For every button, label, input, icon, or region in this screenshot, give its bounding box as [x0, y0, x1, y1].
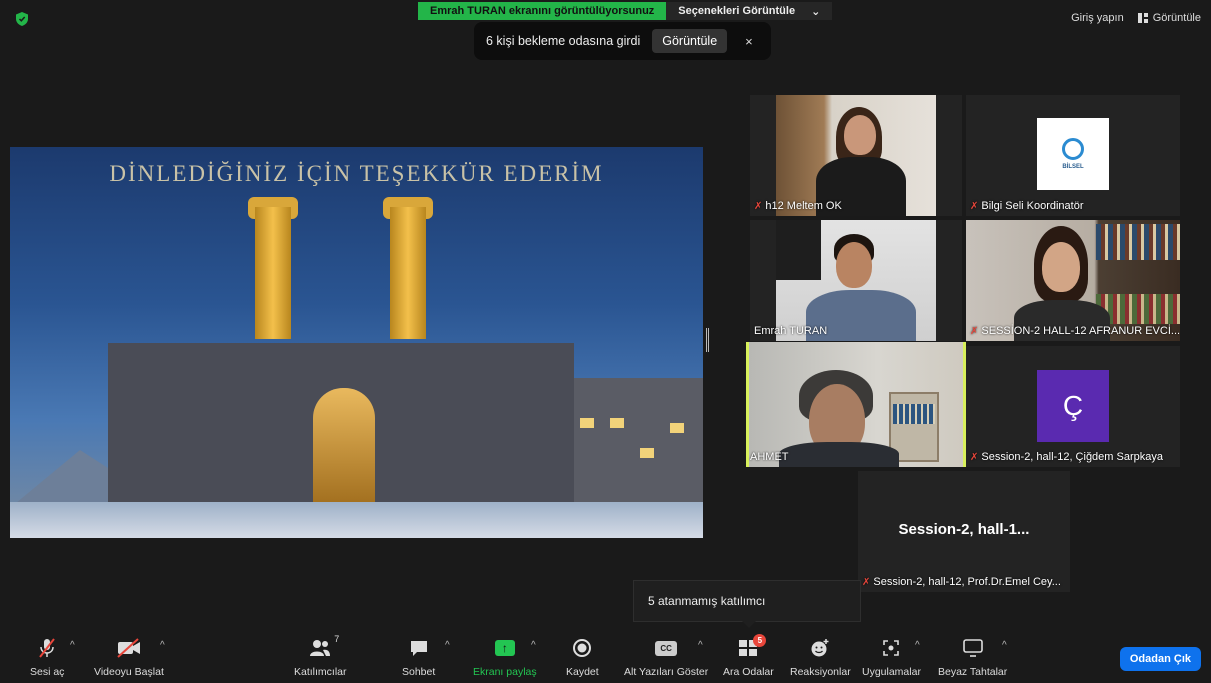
breakout-rooms-button[interactable]: 5 Ara Odalar: [723, 634, 774, 678]
mic-muted-icon: ✗: [754, 200, 763, 212]
view-layout-label: Görüntüle: [1152, 12, 1201, 24]
view-options-label: Seçenekleri Görüntüle: [678, 5, 796, 17]
avatar-initial: Ç: [1037, 370, 1109, 442]
participants-button[interactable]: 7 Katılımcılar: [294, 634, 347, 678]
sharing-status: Emrah TURAN ekranını görüntülüyorsunuz: [418, 2, 667, 20]
security-shield-icon[interactable]: [16, 12, 28, 26]
participant-display-name: Session-2, hall-1...: [898, 521, 1030, 538]
slide-title: DİNLEDİĞİNİZ İÇİN TEŞEKKÜR EDERİM: [109, 161, 604, 186]
participant-video: [966, 220, 1180, 341]
participant-name: ✗ h12 Meltem OK: [754, 200, 842, 212]
slide-snow-ground: [10, 502, 703, 538]
mic-muted-icon: ✗: [970, 451, 979, 463]
video-options-caret[interactable]: ^: [160, 640, 165, 651]
participant-name: AHMET: [750, 451, 789, 463]
waiting-room-notification: 6 kişi bekleme odasına girdi Görüntüle ×: [474, 22, 771, 60]
unassigned-participants-tooltip: 5 atanmamış katılımcı: [633, 580, 861, 628]
mic-muted-icon: ✗: [862, 576, 871, 588]
participant-tile-bilgi-seli[interactable]: BİLSEL ✗ Bilgi Seli Koordinatör: [966, 95, 1180, 216]
mic-muted-icon: [37, 636, 57, 660]
grid-view-icon: [1137, 13, 1148, 23]
show-captions-button[interactable]: CC Alt Yazıları Göster: [624, 636, 708, 678]
apps-icon: [882, 636, 900, 660]
view-options-button[interactable]: Seçenekleri Görüntüle ⌄: [666, 2, 833, 20]
participant-name: ✗ Session-2, hall-12, Prof.Dr.Emel Cey..…: [862, 576, 1061, 588]
chat-options-caret[interactable]: ^: [445, 640, 450, 651]
breakout-count-badge: 5: [753, 634, 767, 647]
record-button[interactable]: Kaydet: [566, 636, 599, 678]
share-screen-button[interactable]: ↑ Ekranı paylaş: [473, 636, 537, 678]
video-off-icon: [116, 636, 142, 660]
reactions-button[interactable]: Reaksiyonlar: [790, 636, 851, 678]
participant-video: [749, 342, 963, 467]
whiteboard-options-caret[interactable]: ^: [1002, 640, 1007, 651]
audio-options-caret[interactable]: ^: [70, 640, 75, 651]
screen-share-banner: Emrah TURAN ekranını görüntülüyorsunuz S…: [418, 2, 833, 20]
slide-mosque-building: [108, 343, 574, 508]
participant-name: Emrah TURAN: [754, 325, 828, 337]
chevron-down-icon: ⌄: [811, 5, 821, 18]
close-icon[interactable]: ×: [739, 34, 759, 49]
smiley-add-icon: [810, 636, 830, 660]
participant-tile-ahmet-active-speaker[interactable]: AHMET: [746, 342, 966, 467]
view-layout-button[interactable]: Görüntüle: [1137, 12, 1201, 24]
participant-tile-emrah[interactable]: Emrah TURAN: [750, 220, 962, 341]
participant-name: ✗ SESSİON-2 HALL-12 AFRANUR EVCİ...: [970, 325, 1180, 337]
bilsel-logo: BİLSEL: [1037, 118, 1109, 190]
start-video-button[interactable]: Videoyu Başlat: [94, 636, 164, 678]
chat-bubble-icon: [409, 636, 429, 660]
share-options-caret[interactable]: ^: [531, 640, 536, 651]
top-right-controls: Giriş yapın Görüntüle: [1071, 12, 1201, 24]
participant-video: [776, 220, 936, 341]
closed-captions-icon: CC: [655, 636, 678, 660]
meeting-toolbar: Sesi aç ^ Videoyu Başlat ^ 7 Katılımcıla…: [0, 630, 1211, 683]
participant-tile-meltem[interactable]: ✗ h12 Meltem OK: [750, 95, 962, 216]
split-resize-handle[interactable]: [706, 328, 709, 352]
share-screen-icon: ↑: [494, 636, 515, 660]
participants-icon: 7: [309, 634, 339, 660]
notification-text: 6 kişi bekleme odasına girdi: [486, 34, 641, 48]
shared-screen-slide: DİNLEDİĞİNİZ İÇİN TEŞEKKÜR EDERİM: [10, 147, 703, 538]
unmute-button[interactable]: Sesi aç: [30, 636, 64, 678]
participant-name: ✗ Bilgi Seli Koordinatör: [970, 200, 1084, 212]
apps-options-caret[interactable]: ^: [915, 640, 920, 651]
slide-minaret-right: [390, 207, 426, 339]
apps-button[interactable]: Uygulamalar: [862, 636, 921, 678]
whiteboards-button[interactable]: Beyaz Tahtalar: [938, 636, 1007, 678]
slide-right-buildings: [560, 378, 703, 508]
mic-muted-icon: ✗: [970, 200, 979, 212]
participant-video: [776, 95, 936, 216]
sign-in-link[interactable]: Giriş yapın: [1071, 12, 1124, 24]
participant-name: ✗ Session-2, hall-12, Çiğdem Sarpkaya: [970, 451, 1163, 463]
breakout-rooms-icon: 5: [738, 634, 767, 660]
whiteboard-icon: [962, 636, 984, 660]
record-icon: [572, 636, 592, 660]
participant-tile-emel[interactable]: Session-2, hall-1... ✗ Session-2, hall-1…: [858, 471, 1070, 592]
captions-options-caret[interactable]: ^: [698, 640, 703, 651]
slide-minaret-left: [255, 207, 291, 339]
leave-room-button[interactable]: Odadan Çık: [1119, 647, 1201, 671]
participant-tile-afranur[interactable]: ✗ SESSİON-2 HALL-12 AFRANUR EVCİ...: [966, 220, 1180, 341]
participant-tile-cigdem[interactable]: Ç ✗ Session-2, hall-12, Çiğdem Sarpkaya: [966, 346, 1180, 467]
chat-button[interactable]: Sohbet: [402, 636, 435, 678]
mic-muted-icon: ✗: [970, 325, 979, 337]
view-waiting-room-button[interactable]: Görüntüle: [652, 29, 728, 53]
